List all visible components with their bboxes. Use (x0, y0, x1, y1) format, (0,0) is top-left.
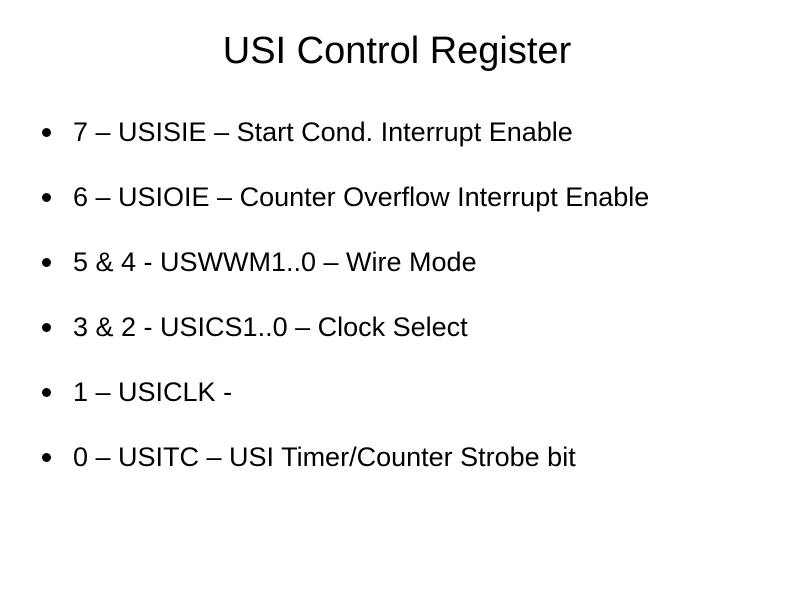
slide-title: USI Control Register (0, 30, 794, 73)
bullet-text: 5 & 4 - USWWM1..0 – Wire Mode (73, 245, 774, 280)
list-item: 7 – USISIE – Start Cond. Interrupt Enabl… (42, 115, 774, 150)
bullet-icon (42, 323, 51, 332)
bullet-icon (42, 453, 51, 462)
bullet-text: 1 – USICLK - (73, 375, 774, 410)
bullet-text: 7 – USISIE – Start Cond. Interrupt Enabl… (73, 115, 774, 150)
bullet-icon (42, 193, 51, 202)
list-item: 5 & 4 - USWWM1..0 – Wire Mode (42, 245, 774, 280)
list-item: 3 & 2 - USICS1..0 – Clock Select (42, 310, 774, 345)
bullet-icon (42, 128, 51, 137)
bullet-icon (42, 388, 51, 397)
bullet-text: 0 – USITC – USI Timer/Counter Strobe bit (73, 440, 774, 475)
list-item: 6 – USIOIE – Counter Overflow Interrupt … (42, 180, 774, 215)
bullet-icon (42, 258, 51, 267)
list-item: 0 – USITC – USI Timer/Counter Strobe bit (42, 440, 774, 475)
bullet-text: 3 & 2 - USICS1..0 – Clock Select (73, 310, 774, 345)
list-item: 1 – USICLK - (42, 375, 774, 410)
slide: USI Control Register 7 – USISIE – Start … (0, 0, 794, 595)
bullet-text: 6 – USIOIE – Counter Overflow Interrupt … (73, 180, 774, 215)
slide-content: 7 – USISIE – Start Cond. Interrupt Enabl… (0, 115, 794, 476)
